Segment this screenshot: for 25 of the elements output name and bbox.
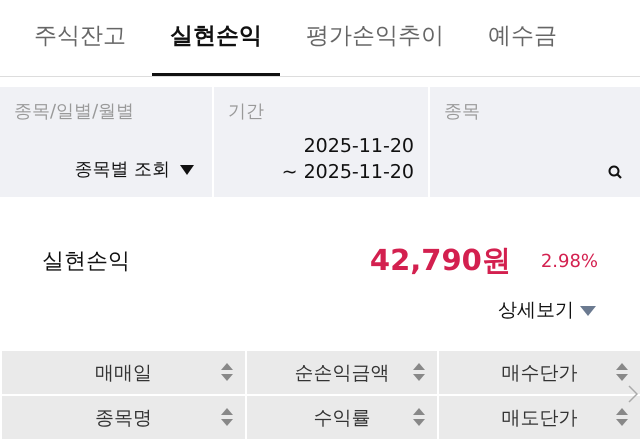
column-header[interactable]: 매매일	[2, 351, 245, 394]
column-header[interactable]: 종목명	[2, 396, 245, 439]
sort-icon	[221, 407, 233, 427]
filter-label: 종목/일별/월별	[14, 100, 136, 123]
date-range[interactable]: 2025-11-20 ~ 2025-11-20	[282, 133, 414, 185]
column-header[interactable]: 수익률	[247, 396, 437, 439]
sort-icon	[221, 362, 233, 382]
column-header[interactable]: 매도단가	[439, 396, 640, 439]
tab[interactable]: 평가손익추이	[288, 0, 462, 76]
filter-label: 기간	[228, 100, 265, 123]
tab[interactable]: 주식잔고	[16, 0, 144, 76]
sort-icon	[616, 362, 628, 382]
column-header[interactable]: 순손익금액	[247, 351, 437, 394]
profit-amount: 42,790원	[370, 242, 511, 279]
detail-toggle[interactable]: 상세보기	[498, 297, 596, 323]
sort-icon	[616, 407, 628, 427]
column-header[interactable]: 매수단가	[439, 351, 640, 394]
summary-label: 실현손익	[42, 248, 131, 276]
tab[interactable]: 실현손익	[152, 0, 280, 76]
sort-icon	[413, 407, 425, 427]
tab[interactable]: 예수금	[470, 0, 575, 76]
filter-label: 종목	[444, 100, 481, 123]
view-dropdown[interactable]: 종목별 조회	[74, 157, 194, 185]
profit-rate: 2.98%	[540, 250, 598, 272]
sort-icon	[413, 362, 425, 382]
